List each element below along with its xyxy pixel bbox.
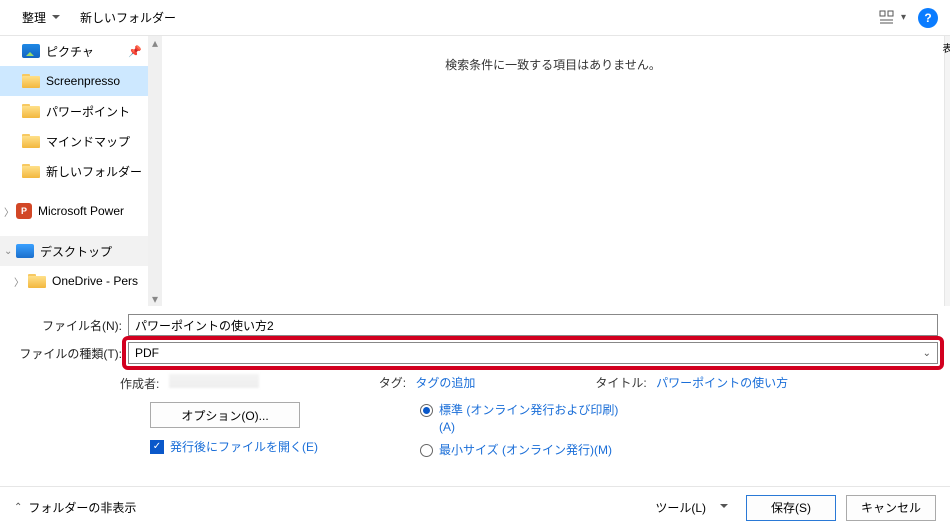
content-area: 検索条件に一致する項目はありません。 — [162, 36, 944, 306]
filetype-label: ファイルの種類(T): — [12, 345, 122, 362]
filename-input[interactable] — [128, 314, 938, 336]
hide-folders-toggle[interactable]: ⌃ フォルダーの非表示 — [14, 499, 136, 516]
chevron-right-icon[interactable]: 〉 — [4, 204, 14, 219]
tag-label: タグ: — [379, 376, 406, 390]
sidebar-item-screenpresso[interactable]: Screenpresso — [0, 66, 148, 96]
sidebar-item-label: Microsoft Power — [38, 204, 124, 218]
title-value[interactable]: パワーポイントの使い方 — [656, 376, 788, 390]
pin-icon: 📌 — [128, 45, 142, 58]
desktop-icon — [16, 244, 34, 258]
sidebar-item-label: ピクチャ — [46, 43, 94, 60]
radio-off-icon — [420, 444, 433, 457]
sidebar-scrollbar[interactable]: ▴ ▾ — [148, 36, 162, 306]
scroll-up-icon[interactable]: ▴ — [148, 36, 162, 50]
radio-on-icon — [420, 404, 433, 417]
radio-minimum-label: 最小サイズ (オンライン発行)(M) — [439, 442, 612, 459]
hide-folders-label: フォルダーの非表示 — [28, 499, 136, 516]
chevron-up-icon: ⌃ — [14, 502, 22, 513]
sidebar: ピクチャ 📌 Screenpresso パワーポイント マインドマップ 新しいフ… — [0, 36, 148, 306]
folder-icon — [28, 274, 46, 288]
save-button[interactable]: 保存(S) — [746, 495, 836, 521]
author-value-blurred — [169, 374, 259, 388]
filetype-value: PDF — [135, 346, 159, 360]
view-options-chevron-icon[interactable]: ▾ — [901, 12, 906, 23]
folder-icon — [22, 104, 40, 118]
right-edge-strip: 表 — [944, 36, 950, 306]
filetype-select[interactable]: PDF ⌄ — [128, 342, 938, 364]
sidebar-item-label: 新しいフォルダー — [46, 163, 142, 180]
chevron-down-icon[interactable]: ⌄ — [4, 246, 12, 257]
author-label: 作成者: — [120, 377, 159, 391]
organize-button[interactable]: 整理 — [12, 5, 70, 30]
sidebar-item-label: マインドマップ — [46, 133, 130, 150]
open-after-checkbox[interactable]: ✓ 発行後にファイルを開く(E) — [150, 438, 390, 455]
chevron-down-icon: ⌄ — [923, 348, 931, 359]
sidebar-item-pictures[interactable]: ピクチャ 📌 — [0, 36, 148, 66]
sidebar-item-desktop[interactable]: ⌄ デスクトップ — [0, 236, 148, 266]
folder-icon — [22, 74, 40, 88]
scroll-down-icon[interactable]: ▾ — [148, 292, 162, 306]
sidebar-item-microsoft-power[interactable]: 〉 P Microsoft Power — [0, 196, 148, 226]
filename-label: ファイル名(N): — [12, 317, 122, 334]
tag-add-link[interactable]: タグの追加 — [415, 376, 475, 390]
meta-author: 作成者: — [120, 374, 259, 392]
meta-tag: タグ: タグの追加 — [379, 374, 476, 392]
sidebar-item-onedrive[interactable]: 〉 OneDrive - Pers — [0, 266, 148, 296]
view-options-icon[interactable] — [877, 8, 897, 28]
folder-icon — [22, 164, 40, 178]
sidebar-item-powerpoint-folder[interactable]: パワーポイント — [0, 96, 148, 126]
pictures-icon — [22, 44, 40, 58]
sidebar-item-label: デスクトップ — [40, 243, 112, 260]
empty-message: 検索条件に一致する項目はありません。 — [445, 58, 661, 72]
sidebar-item-new-folder[interactable]: 新しいフォルダー — [0, 156, 148, 186]
powerpoint-icon: P — [16, 203, 32, 219]
meta-title: タイトル: パワーポイントの使い方 — [595, 374, 788, 392]
title-label: タイトル: — [595, 376, 646, 390]
folder-icon — [22, 134, 40, 148]
radio-minimum[interactable]: 最小サイズ (オンライン発行)(M) — [420, 442, 620, 459]
sidebar-item-label: パワーポイント — [46, 103, 130, 120]
chevron-right-icon[interactable]: 〉 — [14, 274, 24, 289]
sidebar-item-mindmap[interactable]: マインドマップ — [0, 126, 148, 156]
open-after-label: 発行後にファイルを開く(E) — [170, 438, 318, 455]
radio-standard-label: 標準 (オンライン発行および印刷)(A) — [439, 402, 620, 436]
help-icon[interactable]: ? — [918, 8, 938, 28]
checkbox-checked-icon: ✓ — [150, 440, 164, 454]
tools-button[interactable]: ツール(L) — [647, 495, 736, 520]
radio-standard[interactable]: 標準 (オンライン発行および印刷)(A) — [420, 402, 620, 436]
sidebar-item-label: Screenpresso — [46, 74, 120, 88]
cancel-button[interactable]: キャンセル — [846, 495, 936, 521]
new-folder-button[interactable]: 新しいフォルダー — [70, 5, 186, 30]
sidebar-item-label: OneDrive - Pers — [52, 274, 138, 288]
options-button[interactable]: オプション(O)... — [150, 402, 300, 428]
